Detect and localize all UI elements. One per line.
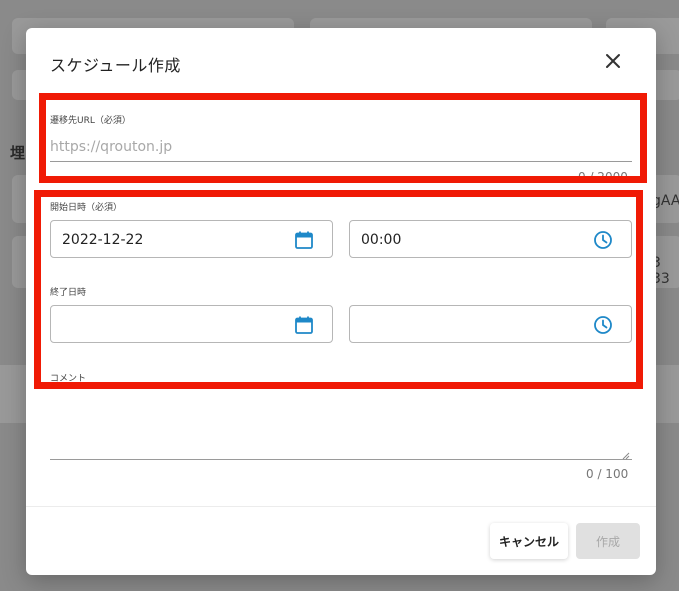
create-button[interactable]: 作成 [576, 523, 640, 559]
background-text: gAA [652, 193, 679, 209]
background-text: 3 33 [652, 255, 670, 287]
highlight-box-url [39, 93, 647, 183]
comment-textarea[interactable] [50, 388, 632, 460]
cancel-button[interactable]: キャンセル [490, 523, 568, 559]
resize-handle-icon[interactable] [622, 452, 630, 460]
comment-character-counter: 0 / 100 [586, 467, 629, 481]
footer-divider [26, 506, 656, 507]
background-heading: 埋 [10, 144, 26, 162]
dialog-title: スケジュール作成 [50, 56, 181, 75]
close-button[interactable] [600, 48, 626, 74]
highlight-box-datetime [34, 190, 643, 389]
close-icon [606, 54, 620, 68]
